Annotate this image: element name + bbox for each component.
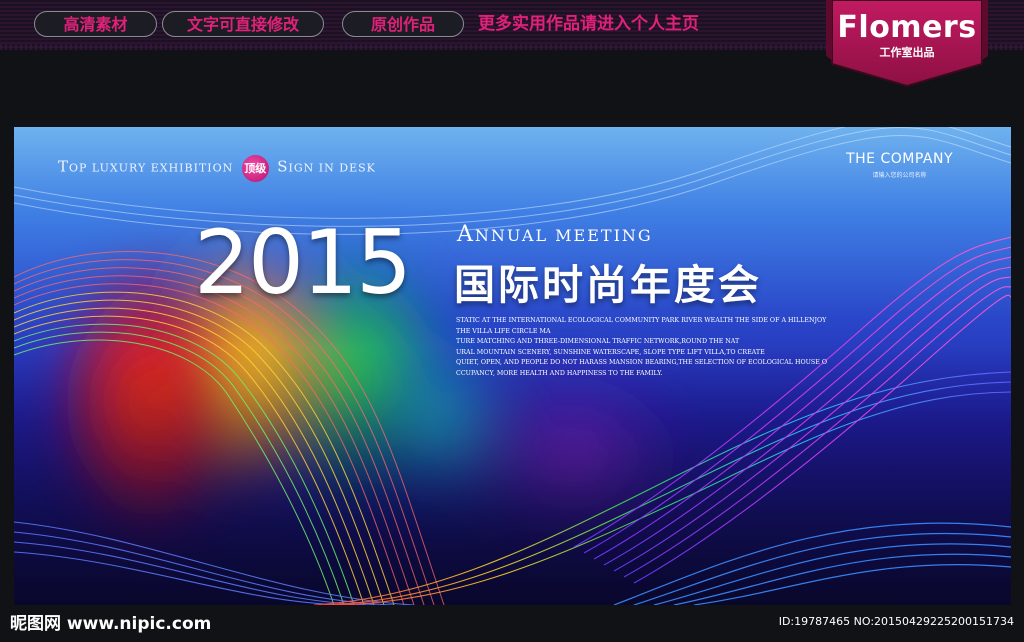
top-luxury-initial: T [58,157,70,176]
annual-meeting-initial: A [457,222,475,247]
description-line: URAL MOUNTAIN SCENERY, SUNSHINE WATERSCA… [456,348,765,356]
chinese-event-title: 国际时尚年度会 [454,261,762,309]
nipic-watermark: 昵图网 www.nipic.com [10,614,212,634]
brand-name: Flomers [837,10,977,45]
sign-in-initial: S [277,157,289,176]
brand-subtitle: 工作室出品 [879,46,935,59]
annual-meeting-rest: NNUAL MEETING [474,226,653,245]
description-line: THE VILLA LIFE CIRCLE MA [456,327,551,335]
description-line: QUIET, OPEN, AND PEOPLE DO NOT HARASS MA… [456,359,827,367]
company-logo-block: THE COMPANY 请输入您的公司名称 [846,151,953,179]
description-line: STATIC AT THE INTERNATIONAL ECOLOGICAL C… [456,317,827,324]
image-id-watermark: ID:19787465 NO:20150429225200151734 [778,615,1014,628]
description-line: CCUPANCY, MORE HEALTH AND HAPPINESS TO T… [456,369,663,377]
original-work-tag[interactable]: 原创作品 [342,11,464,37]
description-paragraph: STATIC AT THE INTERNATIONAL ECOLOGICAL C… [456,316,876,380]
year-title: 2015 [194,211,412,314]
top-luxury-rest: OP LUXURY EXHIBITION [69,161,234,175]
homepage-promo-link[interactable]: 更多实用作品请进入个人主页 [478,11,699,37]
hd-material-tag[interactable]: 高清素材 [34,11,157,37]
company-name: THE COMPANY [846,151,953,167]
top-badge: 顶级 [241,155,269,182]
annual-meeting-backdrop: TOP LUXURY EXHIBITION 顶级 SIGN IN DESK TH… [14,127,1011,605]
description-line: TURE MATCHING AND THREE-DIMENSIONAL TRAF… [456,338,740,346]
sign-in-rest: IGN IN DESK [288,161,376,175]
annual-meeting-heading: ANNUAL MEETING [457,222,653,247]
top-luxury-heading: TOP LUXURY EXHIBITION 顶级 SIGN IN DESK [58,155,376,182]
editable-text-tag[interactable]: 文字可直接修改 [162,11,324,37]
company-name-hint: 请输入您的公司名称 [872,172,927,179]
studio-brand-badge[interactable]: Flomers 工作室出品 [826,0,988,88]
